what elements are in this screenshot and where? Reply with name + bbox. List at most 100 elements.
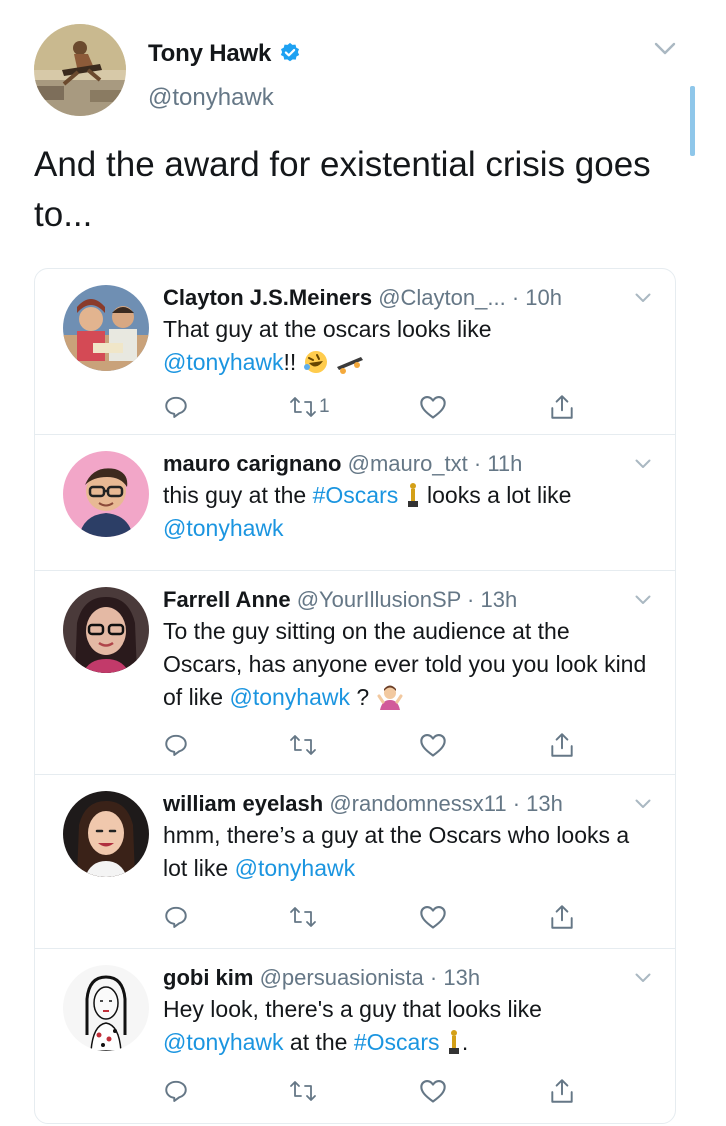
heart-icon xyxy=(420,906,446,929)
share-icon xyxy=(551,733,573,757)
reply-actions xyxy=(163,1077,613,1107)
retweet-button[interactable] xyxy=(289,903,317,931)
chevron-down-icon[interactable] xyxy=(635,595,651,605)
retweet-button[interactable] xyxy=(289,1077,317,1105)
reply-actions xyxy=(163,731,613,761)
share-icon xyxy=(551,1079,573,1103)
reply-author-handle[interactable]: @persuasionista xyxy=(260,965,424,990)
reply-author-name[interactable]: gobi kim xyxy=(163,965,253,990)
share-icon xyxy=(551,395,573,419)
reply-actions xyxy=(163,903,613,933)
reply-avatar[interactable] xyxy=(63,791,149,877)
reply-timestamp[interactable]: · 13h xyxy=(513,791,563,816)
reply-icon xyxy=(165,734,187,756)
retweet-button[interactable] xyxy=(289,731,317,759)
reply-header: Clayton J.S.Meiners @Clayton_... · 10h xyxy=(163,283,633,313)
reply-actions: 1 xyxy=(163,393,613,423)
reply-avatar[interactable] xyxy=(63,587,149,673)
reply-timestamp[interactable]: · 10h xyxy=(512,285,562,310)
shrug-emoji-icon xyxy=(377,685,403,710)
replies-list: Clayton J.S.Meiners @Clayton_... · 10h T… xyxy=(34,268,676,1124)
reply-header: Farrell Anne @YourIllusionSP · 13h xyxy=(163,585,633,615)
reply-text-suffix: !! xyxy=(283,349,297,375)
reply-text-suffix: . xyxy=(461,1029,469,1055)
retweet-icon xyxy=(290,397,316,417)
hashtag-link[interactable]: #Oscars xyxy=(313,482,399,508)
reply-text-suffix: ? xyxy=(356,684,370,710)
mention-link[interactable]: @tonyhawk xyxy=(235,855,356,881)
scrollbar[interactable] xyxy=(690,86,695,156)
share-button[interactable] xyxy=(549,731,575,759)
mention-link[interactable]: @tonyhawk xyxy=(163,349,284,375)
share-icon xyxy=(551,905,573,929)
reply-header: gobi kim @persuasionista · 13h xyxy=(163,963,633,993)
reply-button[interactable] xyxy=(163,903,189,931)
rofl-emoji-icon xyxy=(303,351,327,373)
reply-button[interactable] xyxy=(163,1077,189,1105)
reply-icon xyxy=(165,396,187,418)
reply-item[interactable]: mauro carignano @mauro_txt · 11h this gu… xyxy=(35,435,675,571)
reply-text-body: this guy at the xyxy=(163,482,307,508)
like-button[interactable] xyxy=(419,1077,447,1105)
reply-text: this guy at the #Oscars looks a lot like… xyxy=(163,479,653,545)
retweet-button[interactable]: 1 xyxy=(289,393,330,421)
heart-icon xyxy=(420,734,446,757)
reply-text: Hey look, there's a guy that looks like … xyxy=(163,993,653,1059)
oscar-trophy-emoji-icon xyxy=(448,1030,459,1054)
heart-icon xyxy=(420,396,446,419)
reply-item[interactable]: gobi kim @persuasionista · 13h Hey look,… xyxy=(35,949,675,1123)
verified-badge-icon xyxy=(280,42,300,62)
reply-button[interactable] xyxy=(163,393,189,421)
chevron-down-icon[interactable] xyxy=(635,973,651,983)
reply-text-body: That guy at the oscars looks like xyxy=(163,316,492,342)
reply-item[interactable]: Farrell Anne @YourIllusionSP · 13h To th… xyxy=(35,571,675,775)
chevron-down-icon[interactable] xyxy=(635,459,651,469)
heart-icon xyxy=(420,1080,446,1103)
reply-timestamp[interactable]: · 13h xyxy=(467,587,517,612)
share-button[interactable] xyxy=(549,903,575,931)
reply-text-middle: at the xyxy=(289,1029,348,1055)
author-avatar[interactable] xyxy=(34,24,126,116)
like-button[interactable] xyxy=(419,393,447,421)
reply-author-name[interactable]: Clayton J.S.Meiners xyxy=(163,285,372,310)
reply-author-handle[interactable]: @randomnessx11 xyxy=(329,791,506,816)
reply-icon xyxy=(165,1080,187,1102)
share-button[interactable] xyxy=(549,393,575,421)
author-name[interactable]: Tony Hawk xyxy=(148,40,301,68)
chevron-down-icon[interactable] xyxy=(635,799,651,809)
reply-timestamp[interactable]: · 13h xyxy=(430,965,480,990)
reply-item[interactable]: Clayton J.S.Meiners @Clayton_... · 10h T… xyxy=(35,269,675,435)
reply-avatar[interactable] xyxy=(63,965,149,1051)
reply-button[interactable] xyxy=(163,731,189,759)
reply-text-body: hmm, there’s a guy at the Oscars who loo… xyxy=(163,822,630,881)
share-button[interactable] xyxy=(549,1077,575,1105)
reply-header: william eyelash @randomnessx11 · 13h xyxy=(163,789,633,819)
reply-author-handle[interactable]: @Clayton_... xyxy=(378,285,506,310)
reply-author-name[interactable]: Farrell Anne xyxy=(163,587,291,612)
reply-author-handle[interactable]: @mauro_txt xyxy=(348,451,468,476)
reply-author-handle[interactable]: @YourIllusionSP xyxy=(297,587,461,612)
mention-link[interactable]: @tonyhawk xyxy=(163,1029,284,1055)
retweet-icon xyxy=(290,735,316,755)
reply-author-name[interactable]: william eyelash xyxy=(163,791,323,816)
tweet-author-header: Tony Hawk @tonyhawk xyxy=(34,20,694,120)
author-handle[interactable]: @tonyhawk xyxy=(148,84,274,112)
mention-link[interactable]: @tonyhawk xyxy=(163,515,284,541)
like-button[interactable] xyxy=(419,731,447,759)
reply-avatar[interactable] xyxy=(63,285,149,371)
retweet-count: 1 xyxy=(319,396,330,417)
reply-timestamp[interactable]: · 11h xyxy=(474,451,523,476)
hashtag-link[interactable]: #Oscars xyxy=(354,1029,440,1055)
retweet-icon xyxy=(290,907,316,927)
reply-author-name[interactable]: mauro carignano xyxy=(163,451,341,476)
like-button[interactable] xyxy=(419,903,447,931)
reply-avatar[interactable] xyxy=(63,451,149,537)
chevron-down-icon[interactable] xyxy=(635,293,651,303)
reply-text: To the guy sitting on the audience at th… xyxy=(163,615,653,714)
reply-item[interactable]: william eyelash @randomnessx11 · 13h hmm… xyxy=(35,775,675,949)
chevron-down-icon[interactable] xyxy=(654,42,676,56)
reply-icon xyxy=(165,906,187,928)
oscar-trophy-emoji-icon xyxy=(407,483,418,507)
mention-link[interactable]: @tonyhawk xyxy=(229,684,350,710)
retweet-icon xyxy=(290,1081,316,1101)
